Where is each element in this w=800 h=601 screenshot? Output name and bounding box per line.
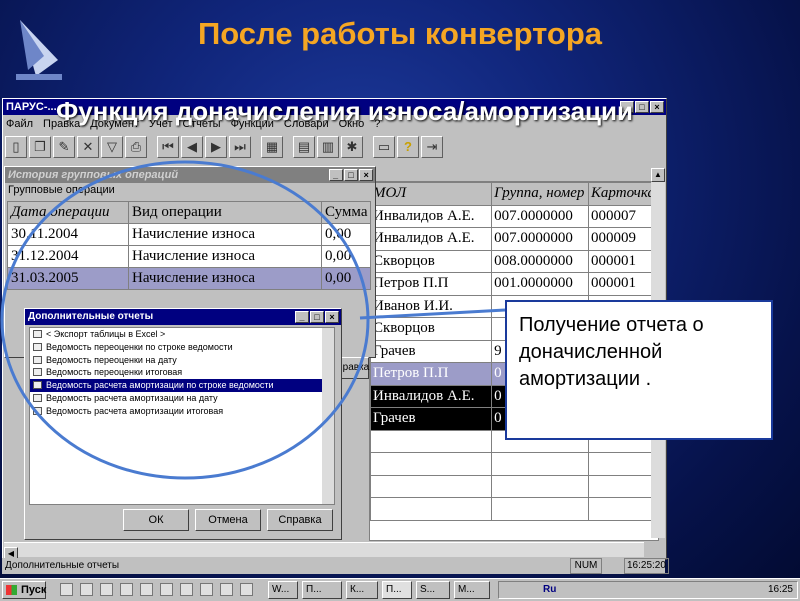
callout-box: Получение отчета о доначисленной амортиз… — [505, 300, 773, 440]
slide-subtitle: Функция доначисления износа/амортизации — [56, 96, 633, 126]
